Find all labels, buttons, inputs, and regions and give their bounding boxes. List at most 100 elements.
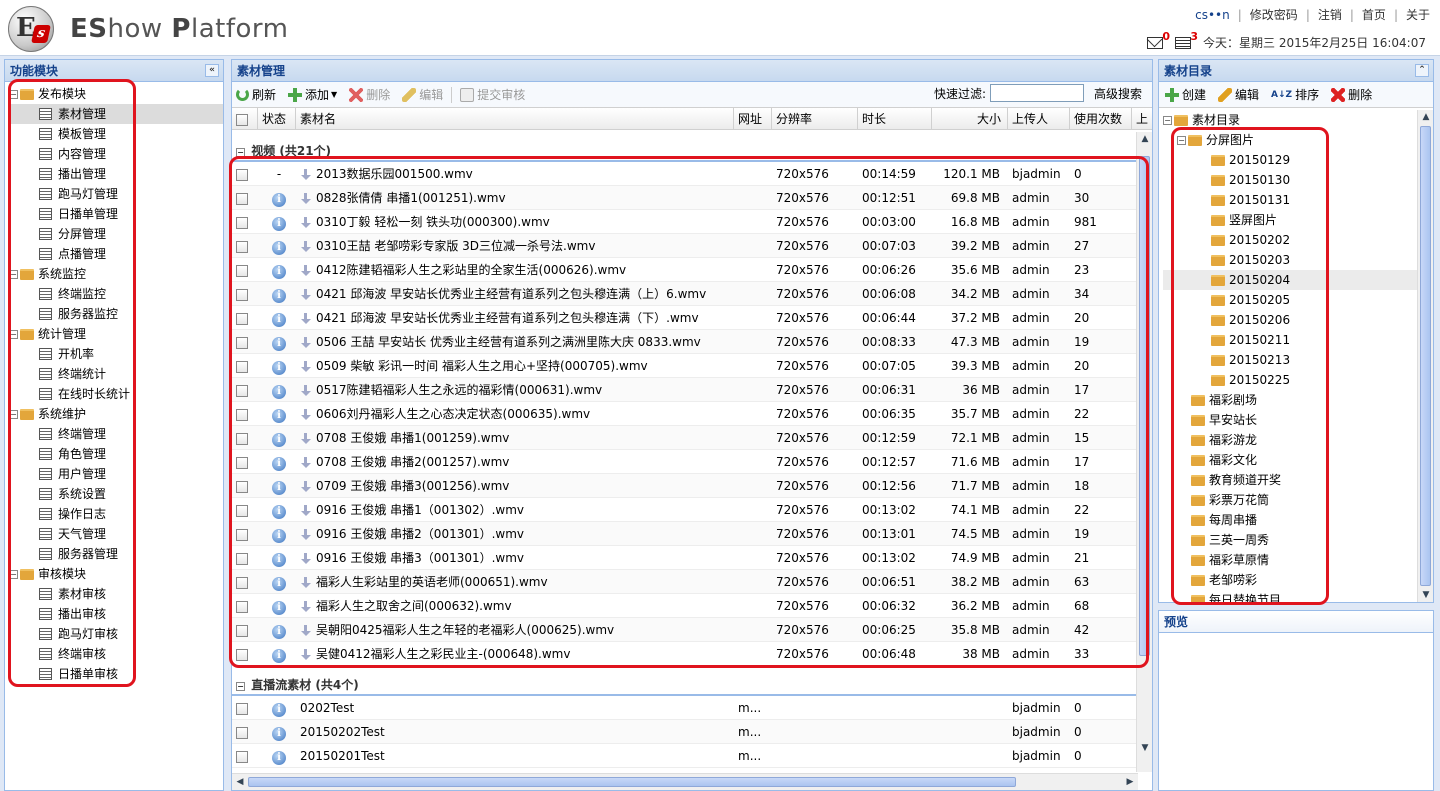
group-header-stream[interactable]: − 直播流素材 (共4个): [232, 674, 1138, 696]
row-checkbox[interactable]: [232, 426, 258, 449]
tree-item-server-manage[interactable]: 服务器管理: [9, 544, 223, 564]
scroll-left-icon[interactable]: ◀: [233, 775, 247, 789]
info-icon[interactable]: i: [272, 217, 286, 231]
dir-item[interactable]: 教育频道开奖: [1163, 470, 1417, 490]
download-icon[interactable]: [300, 384, 312, 397]
info-icon[interactable]: i: [272, 433, 286, 447]
col-duration[interactable]: 时长: [858, 108, 932, 130]
table-row[interactable]: i 福彩人生彩站里的英语老师(000651).wmv 720x576 00:06:51…: [232, 570, 1138, 594]
horizontal-scrollbar[interactable]: ◀ ▶: [232, 773, 1138, 790]
dir-item[interactable]: 20150203: [1163, 250, 1417, 270]
delete-button[interactable]: 删除: [349, 86, 390, 103]
info-icon[interactable]: i: [272, 457, 286, 471]
col-overflow[interactable]: 上: [1132, 108, 1152, 130]
tree-item-server-monitor[interactable]: 服务器监控: [9, 304, 223, 324]
table-row[interactable]: i 0421 邱海波 早安站长优秀业主经营有道系列之包头穆连满（上）6.wmv 72…: [232, 282, 1138, 306]
row-checkbox[interactable]: [232, 744, 258, 767]
table-row[interactable]: i 0506 王喆 早安站长 优秀业主经营有道系列之满洲里陈大庆 0833.wmv…: [232, 330, 1138, 354]
table-row[interactable]: i 0509 柴敏 彩讯一时间 福彩人生之用心+坚持(000705).wmv 720…: [232, 354, 1138, 378]
table-row[interactable]: i 0916 王俊娥 串播3（001301）.wmv 720x576 00:13:02…: [232, 546, 1138, 570]
table-row[interactable]: i 20150201Test m... bjadmin 0: [232, 744, 1138, 768]
row-checkbox[interactable]: [232, 546, 258, 569]
row-checkbox[interactable]: [232, 570, 258, 593]
scroll-up-icon[interactable]: ▲: [1138, 132, 1152, 146]
col-url[interactable]: 网址: [734, 108, 772, 130]
tree-item-online-time-stats[interactable]: 在线时长统计: [9, 384, 223, 404]
row-checkbox[interactable]: [232, 354, 258, 377]
advanced-search-link[interactable]: 高级搜索: [1094, 85, 1142, 102]
row-checkbox[interactable]: [232, 306, 258, 329]
row-checkbox[interactable]: [232, 696, 258, 719]
row-checkbox[interactable]: [232, 234, 258, 257]
col-name[interactable]: 素材名: [296, 108, 734, 130]
row-checkbox[interactable]: [232, 186, 258, 209]
row-checkbox[interactable]: [232, 474, 258, 497]
dir-item[interactable]: 早安站长: [1163, 410, 1417, 430]
row-checkbox[interactable]: [232, 378, 258, 401]
tree-group-monitor[interactable]: − 系统监控: [9, 264, 223, 284]
dir-item[interactable]: 20150131: [1163, 190, 1417, 210]
table-row[interactable]: i 0421 邱海波 早安站长优秀业主经营有道系列之包头穆连满（下）.wmv 720…: [232, 306, 1138, 330]
info-icon[interactable]: i: [272, 529, 286, 543]
tree-item-material-audit[interactable]: 素材审核: [9, 584, 223, 604]
table-row[interactable]: i 20150202Test m... bjadmin 0: [232, 720, 1138, 744]
dir-item[interactable]: 福彩剧场: [1163, 390, 1417, 410]
edit-dir-button[interactable]: 编辑: [1218, 86, 1259, 103]
row-checkbox[interactable]: [232, 330, 258, 353]
row-checkbox[interactable]: [232, 162, 258, 185]
tree-group-audit[interactable]: − 审核模块: [9, 564, 223, 584]
scroll-thumb[interactable]: [1420, 126, 1431, 586]
scroll-up-icon[interactable]: ▲: [1419, 110, 1433, 124]
row-checkbox[interactable]: [232, 594, 258, 617]
logout-link[interactable]: 注销: [1318, 6, 1342, 23]
info-icon[interactable]: i: [272, 337, 286, 351]
col-status[interactable]: 状态: [258, 108, 296, 130]
group-header-video[interactable]: − 视频 (共21个): [232, 140, 1138, 162]
tree-item-broadcast-manage[interactable]: 播出管理: [9, 164, 223, 184]
info-icon[interactable]: i: [272, 313, 286, 327]
dir-item[interactable]: 20150130: [1163, 170, 1417, 190]
minus-icon[interactable]: −: [236, 148, 245, 157]
dir-item[interactable]: 20150202: [1163, 230, 1417, 250]
table-row[interactable]: i 0202Test m... bjadmin 0: [232, 696, 1138, 720]
tree-item-marquee-audit[interactable]: 跑马灯审核: [9, 624, 223, 644]
tree-item-daily-list-audit[interactable]: 日播单审核: [9, 664, 223, 684]
directory-scrollbar[interactable]: ▲ ▼: [1417, 110, 1433, 602]
minus-icon[interactable]: −: [9, 569, 18, 579]
refresh-button[interactable]: 刷新: [236, 86, 276, 103]
table-row[interactable]: i 0412陈建韬福彩人生之彩站里的全家生活(000626).wmv 720x576…: [232, 258, 1138, 282]
table-row[interactable]: i 0310王喆 老邹唠彩专家版 3D三位减一杀号法.wmv 720x576 00:0…: [232, 234, 1138, 258]
dir-item[interactable]: 20150204: [1163, 270, 1417, 290]
table-row[interactable]: i 吴朝阳0425福彩人生之年轻的老福彩人(000625).wmv 720x576 0…: [232, 618, 1138, 642]
dir-root[interactable]: − 素材目录: [1163, 110, 1417, 130]
tree-item-template-manage[interactable]: 模板管理: [9, 124, 223, 144]
dir-item[interactable]: 彩票万花筒: [1163, 490, 1417, 510]
dir-item[interactable]: 20150225: [1163, 370, 1417, 390]
download-icon[interactable]: [300, 456, 312, 469]
table-row[interactable]: i 0828张倩倩 串播1(001251).wmv 720x576 00:12:51 6…: [232, 186, 1138, 210]
info-icon[interactable]: i: [272, 289, 286, 303]
tree-group-maintenance[interactable]: − 系统维护: [9, 404, 223, 424]
scroll-thumb[interactable]: [1139, 156, 1150, 656]
tree-item-vod-manage[interactable]: 点播管理: [9, 244, 223, 264]
dir-item[interactable]: 20150213: [1163, 350, 1417, 370]
tree-item-terminal-audit[interactable]: 终端审核: [9, 644, 223, 664]
info-icon[interactable]: i: [272, 751, 286, 765]
row-checkbox[interactable]: [232, 522, 258, 545]
download-icon[interactable]: [300, 288, 312, 301]
row-checkbox[interactable]: [232, 402, 258, 425]
tree-item-terminal-stats[interactable]: 终端统计: [9, 364, 223, 384]
download-icon[interactable]: [300, 528, 312, 541]
submit-audit-button[interactable]: 提交审核: [460, 86, 525, 103]
row-checkbox[interactable]: [232, 258, 258, 281]
table-row[interactable]: i 0709 王俊娥 串播3(001256).wmv 720x576 00:12:56…: [232, 474, 1138, 498]
tree-item-daily-list-manage[interactable]: 日播单管理: [9, 204, 223, 224]
download-icon[interactable]: [300, 552, 312, 565]
mail-icon[interactable]: 0: [1147, 30, 1170, 49]
info-icon[interactable]: i: [272, 553, 286, 567]
table-row[interactable]: i 福彩人生之取舍之间(000632).wmv 720x576 00:06:32 36.…: [232, 594, 1138, 618]
create-button[interactable]: 创建: [1165, 86, 1206, 103]
download-icon[interactable]: [300, 312, 312, 325]
row-checkbox[interactable]: [232, 450, 258, 473]
minus-icon[interactable]: −: [9, 329, 18, 339]
